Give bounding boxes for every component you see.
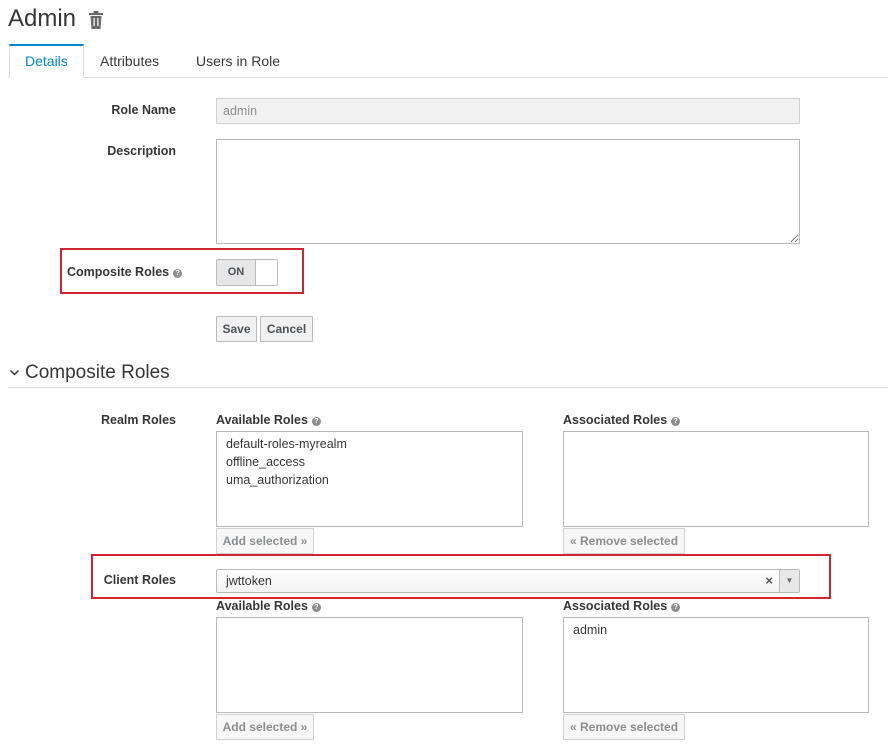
realm-remove-selected-button[interactable]: « Remove selected <box>563 528 685 554</box>
composite-roles-toggle[interactable]: ON <box>216 259 278 286</box>
trash-icon[interactable] <box>88 11 104 29</box>
question-circle-icon: ? <box>671 417 681 426</box>
page-title: Admin <box>8 5 77 32</box>
realm-associated-roles-list[interactable] <box>563 431 869 527</box>
client-available-roles-list[interactable] <box>216 617 523 713</box>
tab-users-in-role[interactable]: Users in Role <box>181 44 295 78</box>
client-roles-label: Client Roles <box>103 573 176 587</box>
question-circle-icon: ? <box>173 269 183 278</box>
list-item[interactable]: default-roles-myrealm <box>226 435 513 453</box>
chevron-down-icon[interactable]: ▼ <box>779 570 799 592</box>
client-select-value: jwttoken <box>226 574 272 588</box>
client-associated-roles-text: Associated Roles <box>563 599 668 613</box>
tab-details[interactable]: Details <box>9 44 84 78</box>
toggle-on-label: ON <box>217 260 256 285</box>
realm-associated-roles-text: Associated Roles <box>563 413 668 427</box>
tab-attributes[interactable]: Attributes <box>85 44 174 78</box>
section-divider <box>8 387 888 388</box>
realm-available-roles-label: Available Roles? <box>216 413 321 427</box>
save-button[interactable]: Save <box>216 316 257 342</box>
client-associated-roles-label: Associated Roles? <box>563 599 681 613</box>
realm-roles-label: Realm Roles <box>100 413 176 427</box>
question-circle-icon: ? <box>311 417 321 426</box>
client-available-roles-text: Available Roles <box>216 599 308 613</box>
client-available-roles-label: Available Roles? <box>216 599 321 613</box>
composite-roles-label: Composite Roles? <box>67 265 183 279</box>
description-label: Description <box>107 144 176 158</box>
realm-available-roles-list[interactable]: default-roles-myrealm offline_access uma… <box>216 431 523 527</box>
question-circle-icon: ? <box>671 603 681 612</box>
role-name-label: Role Name <box>111 103 176 117</box>
client-associated-roles-list[interactable]: admin <box>563 617 869 713</box>
list-item[interactable]: admin <box>573 621 859 639</box>
client-add-selected-button[interactable]: Add selected » <box>216 714 314 740</box>
composite-roles-label-text: Composite Roles <box>67 265 170 279</box>
clear-icon[interactable]: × <box>765 570 773 592</box>
list-item[interactable]: uma_authorization <box>226 471 513 489</box>
cancel-button[interactable]: Cancel <box>260 316 313 342</box>
realm-add-selected-button[interactable]: Add selected » <box>216 528 314 554</box>
question-circle-icon: ? <box>311 603 321 612</box>
composite-roles-section-title[interactable]: Composite Roles <box>25 360 170 386</box>
toggle-knob <box>256 260 277 285</box>
realm-available-roles-text: Available Roles <box>216 413 308 427</box>
chevron-down-icon[interactable] <box>9 367 20 378</box>
client-remove-selected-button[interactable]: « Remove selected <box>563 714 685 740</box>
list-item[interactable]: offline_access <box>226 453 513 471</box>
realm-associated-roles-label: Associated Roles? <box>563 413 681 427</box>
description-field[interactable] <box>216 139 800 244</box>
role-name-field[interactable] <box>216 98 800 124</box>
client-select[interactable]: jwttoken × ▼ <box>216 569 800 593</box>
